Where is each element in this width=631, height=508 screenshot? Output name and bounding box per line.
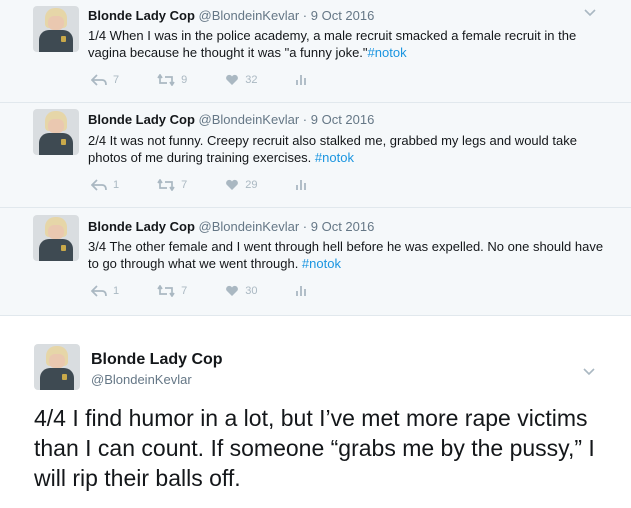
tweet-date: 9 Oct 2016: [310, 219, 375, 234]
tweet-1[interactable]: Blonde Lady Cop @BlondeinKevlar · 9 Oct …: [0, 0, 631, 103]
tweet-date: 9 Oct 2016: [310, 8, 375, 23]
heart-icon: [226, 74, 239, 85]
tweet-actions: 1 7 29: [91, 179, 352, 191]
author-name[interactable]: Blonde Lady Cop: [91, 351, 223, 369]
chevron-down-icon[interactable]: [583, 363, 595, 381]
heart-icon: [226, 285, 239, 296]
avatar[interactable]: [33, 109, 79, 155]
reply-button[interactable]: 1: [91, 285, 119, 297]
tweet-actions: 7 9 32: [91, 74, 352, 86]
expanded-tweet: Blonde Lady Cop @BlondeinKevlar 4/4 I fi…: [0, 323, 631, 508]
analytics-button[interactable]: [295, 285, 314, 297]
retweet-button[interactable]: 7: [157, 285, 187, 297]
retweet-button[interactable]: 7: [157, 179, 187, 191]
analytics-icon: [295, 286, 306, 296]
avatar[interactable]: [33, 6, 79, 52]
reply-button[interactable]: 1: [91, 179, 119, 191]
like-button[interactable]: 30: [225, 285, 258, 297]
tweet-actions: 1 7 30: [91, 285, 352, 297]
reply-count: 1: [113, 179, 120, 191]
hashtag-link[interactable]: #notok: [368, 45, 407, 60]
analytics-button[interactable]: [295, 74, 314, 86]
retweet-count: 9: [181, 74, 188, 86]
heart-icon: [226, 179, 239, 190]
analytics-icon: [295, 180, 306, 190]
like-count: 32: [245, 74, 258, 86]
like-count: 30: [245, 285, 258, 297]
retweet-count: 7: [181, 179, 188, 191]
chevron-down-icon[interactable]: [584, 4, 596, 22]
author-handle[interactable]: @BlondeinKevlar · 9 Oct 2016: [199, 8, 375, 23]
tweet-text: 2/4 It was not funny. Creepy recruit als…: [88, 133, 577, 165]
author-handle[interactable]: @BlondeinKevlar: [91, 372, 192, 387]
avatar[interactable]: [34, 344, 80, 390]
tweet-text: 1/4 When I was in the police academy, a …: [88, 28, 577, 60]
avatar[interactable]: [33, 215, 79, 261]
tweet-text: 3/4 The other female and I went through …: [88, 239, 604, 271]
retweet-count: 7: [181, 285, 188, 297]
tweet-3[interactable]: Blonde Lady Cop @BlondeinKevlar · 9 Oct …: [0, 208, 631, 316]
like-count: 29: [245, 179, 258, 191]
hashtag-link[interactable]: #notok: [315, 150, 354, 165]
tweet-author[interactable]: Blonde Lady Cop @BlondeinKevlar · 9 Oct …: [88, 112, 374, 127]
retweet-icon: [157, 74, 175, 86]
reply-count: 1: [113, 285, 120, 297]
retweet-button[interactable]: 9: [157, 74, 187, 86]
author-handle[interactable]: @BlondeinKevlar · 9 Oct 2016: [199, 219, 375, 234]
reply-button[interactable]: 7: [91, 74, 119, 86]
author-name[interactable]: Blonde Lady Cop: [88, 112, 195, 127]
like-button[interactable]: 29: [225, 179, 258, 191]
tweet-2[interactable]: Blonde Lady Cop @BlondeinKevlar · 9 Oct …: [0, 103, 631, 208]
reply-count: 7: [113, 74, 120, 86]
retweet-icon: [157, 285, 175, 297]
reply-icon: [91, 285, 107, 297]
tweet-text: 4/4 I find humor in a lot, but I’ve met …: [34, 405, 595, 491]
analytics-button[interactable]: [295, 179, 314, 191]
hashtag-link[interactable]: #notok: [302, 256, 341, 271]
author-handle[interactable]: @BlondeinKevlar · 9 Oct 2016: [199, 112, 375, 127]
tweet-author[interactable]: Blonde Lady Cop @BlondeinKevlar · 9 Oct …: [88, 219, 374, 234]
author-name[interactable]: Blonde Lady Cop: [88, 8, 195, 23]
reply-icon: [91, 179, 107, 191]
tweet-date: 9 Oct 2016: [310, 112, 375, 127]
tweet-author[interactable]: Blonde Lady Cop @BlondeinKevlar · 9 Oct …: [88, 8, 374, 23]
analytics-icon: [295, 75, 306, 85]
author-name[interactable]: Blonde Lady Cop: [88, 219, 195, 234]
like-button[interactable]: 32: [225, 74, 258, 86]
retweet-icon: [157, 179, 175, 191]
reply-icon: [91, 74, 107, 86]
